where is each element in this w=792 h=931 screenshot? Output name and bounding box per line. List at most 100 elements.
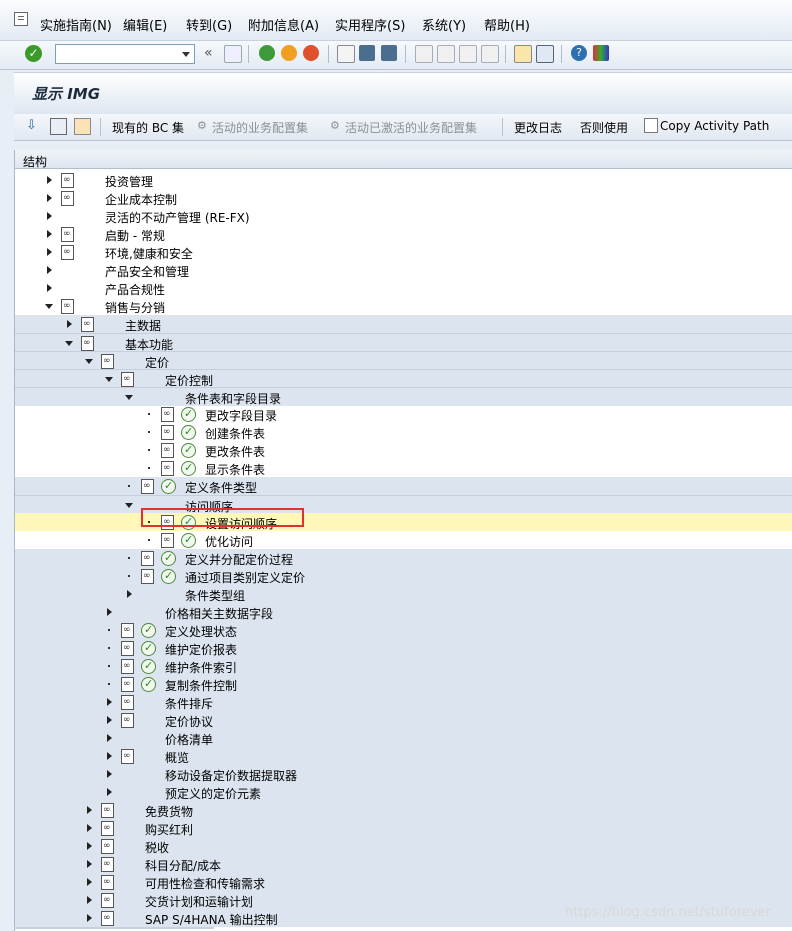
tree-node[interactable]: 定价控制 — [15, 369, 792, 388]
expand-icon[interactable] — [47, 230, 52, 238]
expand-icon[interactable] — [107, 716, 112, 724]
tree-node[interactable]: 基本功能 — [15, 333, 792, 352]
tree-node-label[interactable]: 定义并分配定价过程 — [185, 551, 293, 568]
execute-activity-icon[interactable] — [181, 443, 196, 458]
tree-node[interactable]: 预定义的定价元素 — [15, 783, 792, 801]
tree-node[interactable]: 环境,健康和安全 — [15, 243, 792, 261]
tree-node[interactable]: 显示条件表 — [15, 459, 792, 477]
tree-node[interactable]: 移动设备定价数据提取器 — [15, 765, 792, 783]
tree-node-label[interactable]: 价格相关主数据字段 — [165, 605, 273, 622]
tree-node[interactable]: 投资管理 — [15, 171, 792, 189]
tree-node-label[interactable]: 复制条件控制 — [165, 677, 237, 694]
tree-node-label[interactable]: 定义条件类型 — [185, 479, 257, 496]
expand-icon[interactable] — [87, 914, 92, 922]
system-menu-icon[interactable] — [14, 12, 28, 26]
documentation-icon[interactable] — [101, 821, 114, 836]
execute-activity-icon[interactable] — [181, 425, 196, 440]
expand-icon[interactable] — [107, 752, 112, 760]
menu-extras[interactable]: 附加信息(A) — [248, 15, 319, 34]
tree-node[interactable]: 更改条件表 — [15, 441, 792, 459]
execute-activity-icon[interactable] — [161, 551, 176, 566]
expand-icon[interactable] — [87, 806, 92, 814]
enter-button[interactable]: ✓ — [25, 45, 42, 62]
first-page-icon[interactable] — [415, 45, 433, 63]
note-icon[interactable] — [74, 118, 91, 135]
tree-node-label[interactable]: 创建条件表 — [205, 425, 265, 442]
expand-icon[interactable] — [47, 176, 52, 184]
tree-node-label[interactable]: 企业成本控制 — [105, 191, 177, 208]
tree-node-label[interactable]: 主数据 — [125, 317, 161, 334]
find-icon[interactable] — [359, 45, 375, 61]
expand-icon[interactable] — [47, 212, 52, 220]
tree-node-label[interactable]: 交货计划和运输计划 — [145, 893, 253, 910]
expand-subtree-icon[interactable]: ⇩ — [26, 118, 41, 133]
active-bc-sets-button[interactable]: 活动的业务配置集 — [212, 119, 308, 136]
execute-activity-icon[interactable] — [141, 677, 156, 692]
menu-goto[interactable]: 转到(G) — [186, 15, 232, 34]
documentation-icon[interactable] — [101, 857, 114, 872]
documentation-icon[interactable] — [161, 533, 174, 548]
documentation-icon[interactable] — [161, 461, 174, 476]
documentation-icon[interactable] — [101, 803, 114, 818]
collapse-node-icon[interactable] — [65, 341, 73, 346]
tree-node-label[interactable]: 预定义的定价元素 — [165, 785, 261, 802]
tree-node-label[interactable]: 定义处理状态 — [165, 623, 237, 640]
tree-node[interactable]: 更改字段目录 — [15, 405, 792, 423]
expand-icon[interactable] — [47, 194, 52, 202]
tree-node-label[interactable]: 优化访问 — [205, 533, 253, 550]
documentation-icon[interactable] — [101, 839, 114, 854]
release-notes-button[interactable]: 否则使用 — [580, 119, 628, 136]
expand-icon[interactable] — [87, 860, 92, 868]
documentation-icon[interactable] — [161, 443, 174, 458]
tree-node-label[interactable]: 条件类型组 — [185, 587, 245, 604]
documentation-icon[interactable] — [101, 354, 114, 369]
previous-page-icon[interactable] — [437, 45, 455, 63]
expand-icon[interactable] — [127, 590, 132, 598]
tree-node-label[interactable]: 价格清单 — [165, 731, 213, 748]
tree-node-label[interactable]: 移动设备定价数据提取器 — [165, 767, 297, 784]
back-icon[interactable] — [259, 45, 275, 61]
tree-node-label[interactable]: 灵活的不动产管理 (RE-FX) — [105, 209, 250, 226]
collapse-icon[interactable]: « — [204, 45, 213, 61]
expand-icon[interactable] — [47, 284, 52, 292]
collapse-node-icon[interactable] — [85, 359, 93, 364]
tree-node-label[interactable]: 通过项目类别定义定价 — [185, 569, 305, 586]
tree-node[interactable]: 定义并分配定价过程 — [15, 549, 792, 567]
tree-node[interactable]: 税收 — [15, 837, 792, 855]
collapse-node-icon[interactable] — [125, 395, 133, 400]
tree-node[interactable]: 购买红利 — [15, 819, 792, 837]
execute-activity-icon[interactable] — [141, 623, 156, 638]
documentation-icon[interactable] — [61, 191, 74, 206]
bc-sets-button[interactable]: 现有的 BC 集 — [112, 119, 184, 136]
tree-node-label[interactable]: 投资管理 — [105, 173, 153, 190]
shortcut-icon[interactable] — [536, 45, 554, 63]
tree-node-label[interactable]: 维护条件索引 — [165, 659, 237, 676]
menu-implementation-guide[interactable]: 实施指南(N) — [40, 15, 112, 34]
tree-node[interactable]: 可用性检查和传输需求 — [15, 873, 792, 891]
tree-node-label[interactable]: 概览 — [165, 749, 189, 766]
expand-icon[interactable] — [67, 320, 72, 328]
expand-icon[interactable] — [47, 248, 52, 256]
execute-activity-icon[interactable] — [161, 569, 176, 584]
tree-node[interactable]: 条件类型组 — [15, 585, 792, 603]
tree-node-label[interactable]: 维护定价报表 — [165, 641, 237, 658]
position-icon[interactable] — [50, 118, 67, 135]
next-page-icon[interactable] — [459, 45, 477, 63]
tree-node[interactable]: 销售与分销 — [15, 297, 792, 315]
tree-node-label[interactable]: 启動 - 常规 — [105, 227, 165, 244]
documentation-icon[interactable] — [141, 479, 154, 494]
tree-node[interactable]: 条件表和字段目录 — [15, 387, 792, 406]
tree-node[interactable]: 启動 - 常规 — [15, 225, 792, 243]
tree-node-label[interactable]: 产品安全和管理 — [105, 263, 189, 280]
tree-node-label[interactable]: 科目分配/成本 — [145, 857, 221, 874]
execute-activity-icon[interactable] — [141, 659, 156, 674]
menu-help[interactable]: 帮助(H) — [484, 15, 530, 34]
documentation-icon[interactable] — [61, 299, 74, 314]
documentation-icon[interactable] — [121, 372, 134, 387]
collapse-node-icon[interactable] — [105, 377, 113, 382]
execute-activity-icon[interactable] — [141, 641, 156, 656]
tree-node[interactable]: 创建条件表 — [15, 423, 792, 441]
menu-utilities[interactable]: 实用程序(S) — [335, 15, 405, 34]
tree-node[interactable]: 价格清单 — [15, 729, 792, 747]
documentation-icon[interactable] — [141, 551, 154, 566]
